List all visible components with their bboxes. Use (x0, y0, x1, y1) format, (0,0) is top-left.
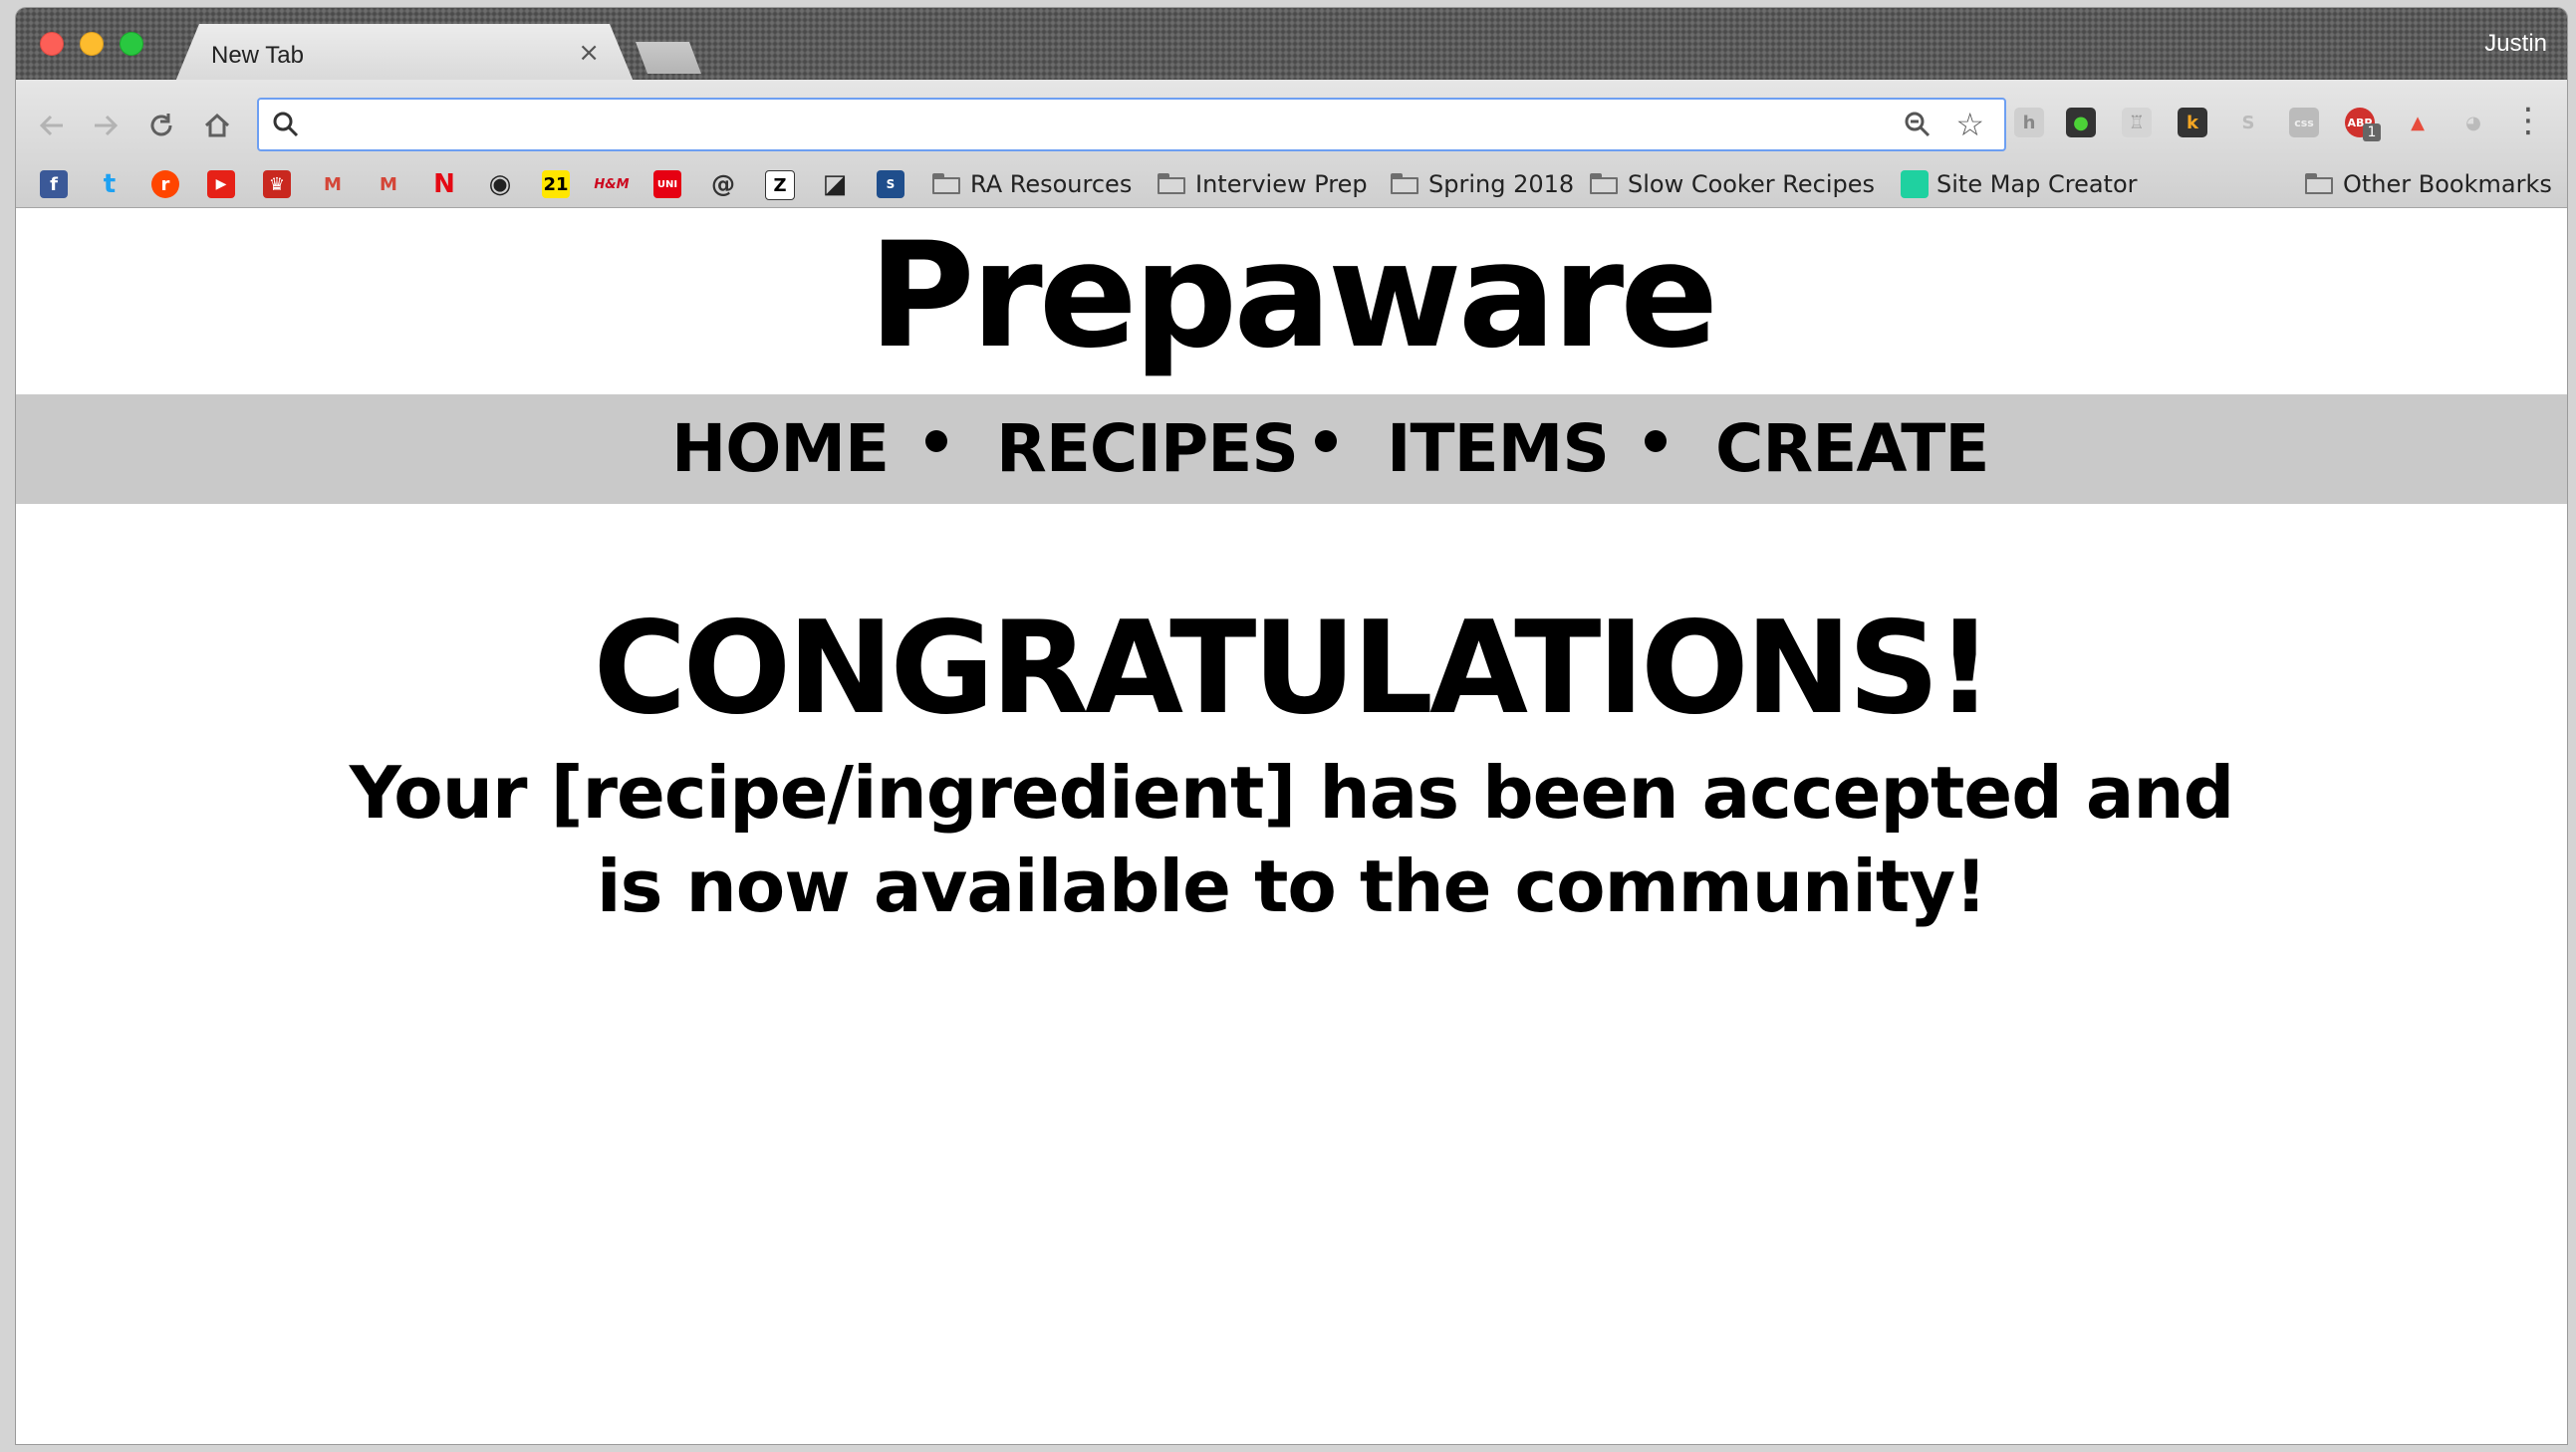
nav-home[interactable]: HOME (671, 406, 890, 492)
nav-items[interactable]: ITEMS (1387, 406, 1610, 492)
extension-chess-icon[interactable]: ♖ (2122, 108, 2152, 137)
nav-separator (1315, 430, 1337, 452)
zoom-window-button[interactable] (120, 32, 143, 56)
gmail-icon-2[interactable]: M (375, 170, 402, 198)
tab-close-icon[interactable]: × (578, 38, 600, 68)
omnibox[interactable]: ☆ (257, 98, 2006, 151)
tab-new-tab[interactable]: New Tab × (175, 24, 634, 82)
confirmation-message: Your [recipe/ingredient] has been accept… (16, 746, 2567, 933)
bookmark-folder-spring-2018[interactable]: Spring 2018 (1391, 167, 1574, 201)
folder-icon (2305, 173, 2335, 195)
browser-window: New Tab × Justin ☆ h ● ♖ k S css ABP 1 ▲… (16, 8, 2567, 1444)
half-square-icon[interactable]: ◪ (821, 169, 849, 199)
bookmark-folder-interview-prep[interactable]: Interview Prep (1158, 167, 1368, 201)
forward-button[interactable] (86, 106, 126, 145)
bookmark-folder-ra-resources[interactable]: RA Resources (932, 167, 1132, 201)
folder-icon (1391, 173, 1420, 195)
adblock-badge: 1 (2363, 123, 2381, 141)
twitter-icon[interactable]: t (96, 169, 124, 199)
reddit-icon[interactable]: r (151, 170, 179, 198)
site-nav: HOME RECIPES ITEMS CREATE (16, 394, 2567, 504)
site-map-icon (1901, 170, 1929, 198)
folder-icon (1590, 173, 1620, 195)
new-tab-button[interactable] (636, 42, 701, 74)
bookmark-label: Spring 2018 (1428, 170, 1575, 198)
extension-reddit-icon[interactable]: ◕ (2458, 108, 2488, 137)
home-icon (204, 113, 230, 137)
browser-toolbar: ☆ h ● ♖ k S css ABP 1 ▲ ◕ ⋮ f t r ▶ ♛ M … (16, 80, 2567, 208)
address-input[interactable] (315, 106, 1873, 145)
nav-separator (1645, 430, 1667, 452)
at-sign-icon[interactable]: @ (709, 170, 737, 198)
message-line-1: Your [recipe/ingredient] has been accept… (349, 751, 2234, 835)
samsung-icon[interactable]: S (877, 170, 904, 198)
congratulations-heading: CONGRATULATIONS! (593, 595, 1994, 743)
back-arrow-icon (39, 115, 63, 136)
tab-strip: New Tab × Justin (16, 8, 2567, 82)
folder-icon (1158, 173, 1187, 195)
nav-separator (925, 430, 947, 452)
tab-title: New Tab (211, 42, 304, 69)
back-button[interactable] (32, 106, 72, 145)
circle-logo-icon[interactable]: ◉ (486, 169, 514, 199)
bookmark-label: Slow Cooker Recipes (1628, 170, 1876, 198)
close-window-button[interactable] (40, 32, 64, 56)
browser-menu-icon[interactable]: ⋮ (2511, 104, 2545, 137)
nav-recipes[interactable]: RECIPES (996, 406, 1299, 492)
search-icon (273, 112, 299, 137)
crown-icon[interactable]: ♛ (263, 170, 291, 198)
site-title[interactable]: Prepaware (16, 208, 2567, 383)
bookmark-label: Other Bookmarks (2343, 170, 2552, 198)
minimize-window-button[interactable] (80, 32, 104, 56)
youtube-icon[interactable]: ▶ (207, 170, 235, 198)
extension-css-icon[interactable]: css (2289, 108, 2319, 137)
message-line-2: is now available to the community! (596, 845, 1987, 928)
bookmark-folder-other-bookmarks[interactable]: Other Bookmarks (2305, 167, 2552, 201)
folder-icon (932, 173, 962, 195)
extension-s-icon[interactable]: S (2233, 108, 2263, 137)
bookmark-star-icon[interactable]: ☆ (1955, 106, 1984, 143)
zoom-out-icon[interactable] (1903, 110, 1932, 139)
profile-button[interactable]: Justin (2484, 30, 2547, 58)
netflix-icon[interactable]: N (430, 169, 458, 199)
bookmark-label: RA Resources (970, 170, 1133, 198)
uniqlo-icon[interactable]: UNI (653, 170, 681, 198)
reload-icon (150, 114, 172, 136)
bookmark-site-map-creator[interactable]: Site Map Creator (1901, 167, 2138, 201)
hm-icon[interactable]: H&M (594, 170, 629, 198)
extension-k-icon[interactable]: k (2178, 108, 2207, 137)
extension-rainbow-icon[interactable]: ▲ (2403, 108, 2433, 137)
extension-green-dot-icon[interactable]: ● (2066, 108, 2096, 137)
home-button[interactable] (197, 106, 237, 145)
bookmark-label: Interview Prep (1195, 170, 1368, 198)
page-content: Prepaware HOME RECIPES ITEMS CREATE CONG… (16, 208, 2567, 1444)
bookmark-label: Site Map Creator (1936, 170, 2138, 198)
bookmark-folder-slow-cooker-recipes[interactable]: Slow Cooker Recipes (1590, 167, 1875, 201)
nav-create[interactable]: CREATE (1715, 406, 1989, 492)
extension-h-icon[interactable]: h (2014, 108, 2044, 137)
facebook-icon[interactable]: f (40, 170, 68, 198)
zara-icon[interactable]: Z (765, 170, 795, 200)
gmail-icon[interactable]: M (319, 170, 347, 198)
forward-arrow-icon (95, 115, 119, 136)
reload-button[interactable] (141, 106, 181, 145)
forever21-icon[interactable]: 21 (542, 170, 570, 198)
